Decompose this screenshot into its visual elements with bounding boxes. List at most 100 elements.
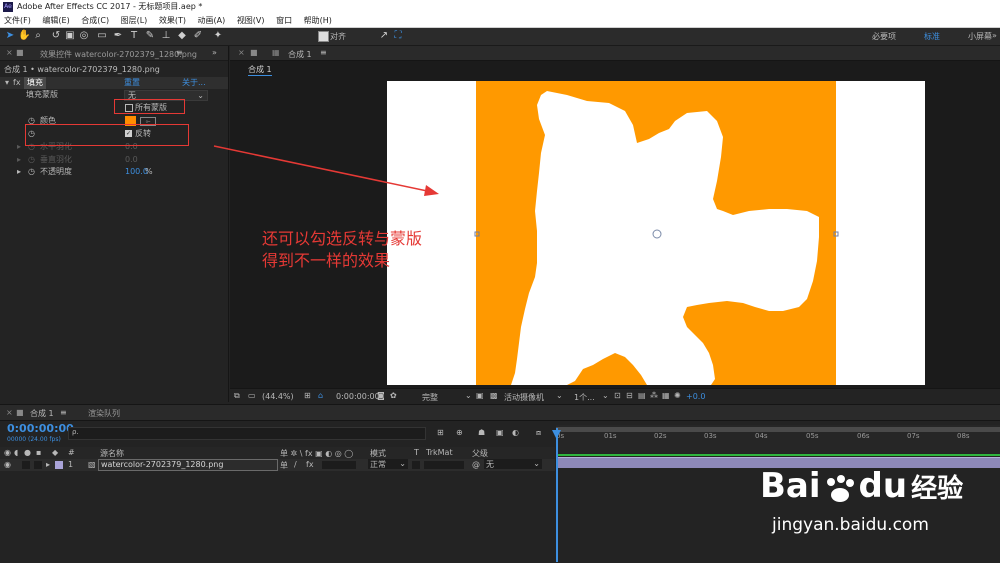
- audio-icon[interactable]: ◖: [14, 448, 18, 457]
- fx-icon[interactable]: fx: [13, 77, 21, 89]
- expand-arrow-icon[interactable]: ▸: [17, 154, 21, 166]
- selection-tool-icon[interactable]: ➤: [4, 30, 16, 42]
- visibility-icon[interactable]: ◉: [4, 448, 11, 457]
- panel-lock-icon[interactable]: ■: [16, 408, 24, 417]
- quality-switch-icon[interactable]: /: [294, 460, 297, 469]
- current-time[interactable]: 0:00:00:00: [336, 392, 380, 401]
- lock-icon[interactable]: ▪: [36, 448, 41, 457]
- workspace-small-screen[interactable]: 小屏幕: [968, 31, 992, 42]
- panel-menu-icon[interactable]: ≡: [320, 48, 327, 57]
- expand-arrow-icon[interactable]: ▸: [17, 166, 21, 178]
- menu-edit[interactable]: 编辑(E): [42, 16, 69, 25]
- switch-toggles[interactable]: [322, 461, 356, 469]
- menu-view[interactable]: 视图(V): [237, 16, 265, 25]
- menu-file[interactable]: 文件(F): [4, 16, 31, 25]
- zoom-dropdown[interactable]: (44.4%): [262, 392, 294, 401]
- fx-switch-icon[interactable]: fx: [306, 460, 314, 469]
- pan-behind-tool-icon[interactable]: ◎: [78, 30, 90, 42]
- draft-3d-icon[interactable]: ⊕: [456, 428, 463, 437]
- layer-name-field[interactable]: watercolor-2702379_1280.png: [98, 459, 278, 471]
- camera-tool-icon[interactable]: ▣: [64, 30, 76, 42]
- zoom-tool-icon[interactable]: ⌕: [32, 30, 44, 42]
- region-of-interest-icon[interactable]: ▣: [476, 391, 484, 400]
- effect-row-fill[interactable]: ▾ fx 填充 重置 关于...: [0, 77, 228, 89]
- pen-tool-icon[interactable]: ✒: [112, 30, 124, 42]
- label-icon[interactable]: ◆: [52, 448, 58, 457]
- fast-preview-icon[interactable]: ⊟: [626, 391, 633, 400]
- reset-link[interactable]: 重置: [124, 77, 140, 89]
- menu-animation[interactable]: 动画(A): [198, 16, 226, 25]
- camera-dropdown[interactable]: 活动摄像机: [504, 392, 544, 403]
- rectangle-tool-icon[interactable]: ▭: [96, 30, 108, 42]
- reset-exposure-icon[interactable]: ✺: [674, 391, 681, 400]
- timeline-icon[interactable]: ▤: [638, 391, 646, 400]
- panel-menu-icon[interactable]: ≡: [176, 48, 183, 57]
- type-tool-icon[interactable]: T: [128, 30, 140, 42]
- align-checkbox[interactable]: [318, 31, 329, 42]
- pick-whip-icon[interactable]: @: [472, 460, 480, 469]
- monitor-icon[interactable]: ▭: [248, 391, 256, 400]
- puppet-tool-icon[interactable]: ✦: [212, 30, 224, 42]
- grid-icon[interactable]: ⊞: [304, 391, 311, 400]
- close-icon[interactable]: ×: [238, 48, 245, 57]
- rotate-tool-icon[interactable]: ↺: [50, 30, 62, 42]
- workspace-more[interactable]: »: [992, 31, 997, 40]
- preserve-transparency-toggle[interactable]: [412, 461, 420, 469]
- eraser-tool-icon[interactable]: ◆: [176, 30, 188, 42]
- panel-lock-icon[interactable]: ■: [16, 48, 24, 57]
- layer-search-input[interactable]: ρ.: [68, 427, 426, 440]
- brush-tool-icon[interactable]: ✎: [144, 30, 156, 42]
- chevron-down-icon[interactable]: ⌄: [465, 391, 472, 400]
- hand-tool-icon[interactable]: ✋: [18, 30, 30, 42]
- snap-icon[interactable]: ↗: [378, 30, 390, 42]
- solo-toggle[interactable]: [22, 461, 30, 469]
- expand-arrow-icon[interactable]: ▸: [17, 141, 21, 153]
- exposure-value[interactable]: +0.0: [686, 392, 705, 401]
- label-color-swatch[interactable]: [55, 461, 63, 469]
- flowchart-icon[interactable]: ⁂: [650, 391, 658, 400]
- shy-layers-icon[interactable]: ☗: [478, 428, 485, 437]
- panel-lock-icon[interactable]: ■: [250, 48, 258, 57]
- playhead[interactable]: [556, 428, 558, 562]
- menu-layer[interactable]: 图层(L): [121, 16, 148, 25]
- workspace-essentials[interactable]: 必要项: [872, 31, 896, 42]
- frame-blending-icon[interactable]: ▣: [496, 428, 504, 437]
- snap-options-icon[interactable]: ⛶: [392, 30, 404, 42]
- visibility-icon[interactable]: ◉: [4, 460, 11, 469]
- close-icon[interactable]: ×: [6, 408, 13, 417]
- mask-toggle-icon[interactable]: ⌂: [318, 391, 323, 400]
- solo-icon[interactable]: ●: [24, 448, 31, 457]
- lock-toggle[interactable]: [34, 461, 42, 469]
- 3d-renderer-icon[interactable]: ▦: [662, 391, 670, 400]
- menu-effect[interactable]: 效果(T): [159, 16, 186, 25]
- source-name-header[interactable]: 源名称: [100, 448, 124, 459]
- stopwatch-icon[interactable]: ◷: [28, 166, 35, 178]
- expand-arrow-icon[interactable]: ▸: [46, 460, 50, 469]
- panel-menu-icon[interactable]: ≡: [60, 408, 67, 417]
- effect-controls-tab[interactable]: 效果控件 watercolor-2702379_1280.png: [40, 49, 197, 60]
- toggle-pixel-icon[interactable]: ⊡: [614, 391, 621, 400]
- clone-stamp-tool-icon[interactable]: ⊥: [160, 30, 172, 42]
- roto-brush-tool-icon[interactable]: ✐: [192, 30, 204, 42]
- chevron-down-icon[interactable]: ⌄: [556, 391, 563, 400]
- menu-help[interactable]: 帮助(H): [304, 16, 332, 25]
- track-matte-dropdown[interactable]: [424, 461, 464, 469]
- views-dropdown[interactable]: 1个...: [574, 392, 595, 403]
- workspace-standard[interactable]: 标准: [924, 31, 940, 42]
- timeline-timecode[interactable]: 0:00:00:00: [7, 422, 74, 435]
- shy-switch-icon[interactable]: 单: [280, 460, 288, 471]
- menu-composition[interactable]: 合成(C): [81, 16, 109, 25]
- chevron-down-icon[interactable]: ⌄: [602, 391, 609, 400]
- timeline-tab[interactable]: 合成 1: [30, 408, 54, 419]
- parent-dropdown[interactable]: 无 ⌄: [484, 459, 542, 469]
- menu-window[interactable]: 窗口: [276, 16, 292, 25]
- render-queue-tab[interactable]: 渲染队列: [88, 408, 120, 419]
- close-icon[interactable]: ×: [6, 48, 13, 57]
- work-area-bar[interactable]: [556, 427, 1000, 432]
- expand-arrow-icon[interactable]: ▾: [5, 77, 9, 89]
- composition-breadcrumb[interactable]: 合成 1: [248, 64, 272, 76]
- graph-editor-icon[interactable]: ⧈: [536, 428, 541, 438]
- comp-mini-flowchart-icon[interactable]: ⊞: [437, 428, 444, 437]
- blend-mode-dropdown[interactable]: 正常 ⌄: [368, 459, 408, 469]
- layer-row[interactable]: ◉ ▸ 1 ▧ watercolor-2702379_1280.png 单 / …: [0, 459, 555, 471]
